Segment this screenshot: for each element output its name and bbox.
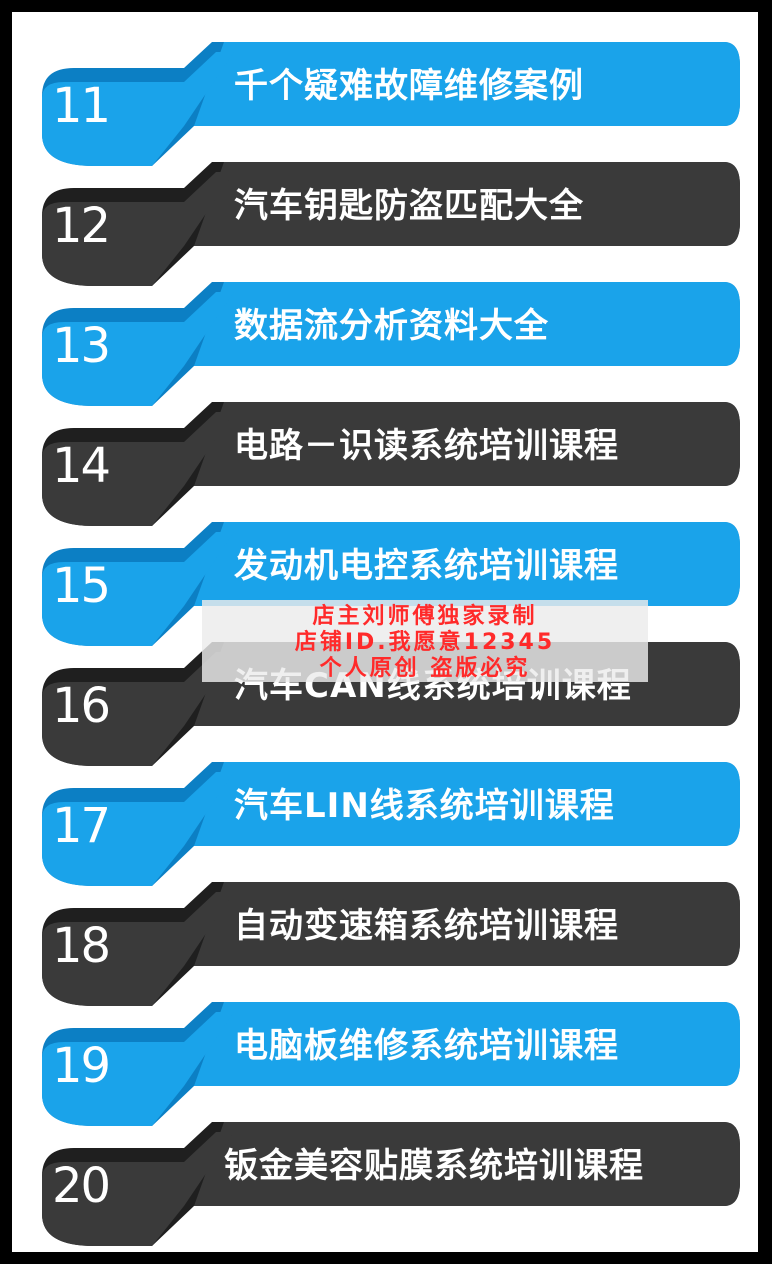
item-number: 18 — [52, 918, 111, 974]
watermark-line-2: 店铺ID.我愿意12345 — [294, 630, 556, 655]
course-item-17: 17 汽车LIN线系统培训课程 — [34, 758, 750, 886]
item-number: 15 — [52, 558, 111, 614]
item-number: 17 — [52, 798, 111, 854]
course-item-12: 12 汽车钥匙防盗匹配大全 — [34, 158, 750, 286]
item-number: 16 — [52, 678, 111, 734]
page-frame: 11 千个疑难故障维修案例 12 汽车钥匙防盗匹配大全 13 数据流分析资料大全… — [12, 12, 758, 1252]
item-label: 钣金美容贴膜系统培训课程 — [224, 1146, 644, 1186]
course-item-13: 13 数据流分析资料大全 — [34, 278, 750, 406]
item-number: 14 — [52, 438, 111, 494]
watermark-line-1: 店主刘师傅独家录制 — [312, 604, 538, 629]
course-item-20: 20 钣金美容贴膜系统培训课程 — [34, 1118, 750, 1246]
item-label: 千个疑难故障维修案例 — [234, 66, 584, 106]
course-item-14: 14 电路－识读系统培训课程 — [34, 398, 750, 526]
watermark-stamp: 店主刘师傅独家录制 店铺ID.我愿意12345 个人原创 盗版必究 — [202, 600, 648, 682]
course-item-19: 19 电脑板维修系统培训课程 — [34, 998, 750, 1126]
item-label: 汽车LIN线系统培训课程 — [234, 786, 615, 826]
item-label: 电路－识读系统培训课程 — [234, 426, 619, 466]
course-item-11: 11 千个疑难故障维修案例 — [34, 38, 750, 166]
item-label: 自动变速箱系统培训课程 — [234, 906, 619, 946]
watermark-line-3: 个人原创 盗版必究 — [319, 656, 531, 681]
item-label: 汽车钥匙防盗匹配大全 — [234, 186, 584, 226]
item-number: 12 — [52, 198, 111, 254]
item-number: 11 — [52, 78, 111, 134]
item-label: 电脑板维修系统培训课程 — [234, 1026, 619, 1066]
item-label: 发动机电控系统培训课程 — [234, 546, 619, 586]
course-item-18: 18 自动变速箱系统培训课程 — [34, 878, 750, 1006]
item-number: 13 — [52, 318, 111, 374]
item-label: 数据流分析资料大全 — [234, 306, 549, 346]
item-number: 20 — [52, 1158, 111, 1214]
item-number: 19 — [52, 1038, 111, 1094]
